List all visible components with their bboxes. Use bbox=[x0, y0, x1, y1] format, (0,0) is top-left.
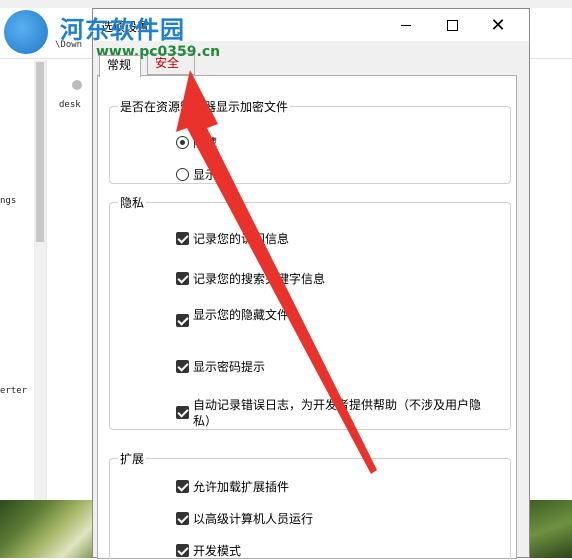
group-legend: 是否在资源管理器显示加密文件 bbox=[120, 100, 289, 114]
checkbox-dev-mode[interactable]: 开发模式 bbox=[176, 543, 241, 559]
checkbox-record-visits[interactable]: 记录您的访问信息 bbox=[176, 231, 289, 247]
background-file-pane: desk bbox=[46, 60, 93, 500]
watermark-name: 河东软件园 bbox=[60, 15, 185, 44]
nav-item[interactable]: ngs bbox=[0, 196, 16, 206]
checkbox-indicator[interactable] bbox=[176, 512, 189, 525]
background-address-bar-right bbox=[530, 38, 572, 59]
radio-label: 显示 bbox=[193, 168, 218, 182]
checkbox-error-log[interactable]: 自动记录错误日志，为开发者提供帮助（不涉及用户隐私） bbox=[176, 397, 483, 429]
group-extension: 扩展 允许加载扩展插件 以高级计算机人员运行 开发模式 bbox=[109, 450, 511, 560]
close-icon: ✕ bbox=[490, 14, 506, 36]
checkbox-indicator[interactable] bbox=[176, 544, 189, 557]
checkbox-label: 显示密码提示 bbox=[193, 360, 266, 374]
checkbox-indicator[interactable] bbox=[176, 480, 189, 493]
radio-indicator[interactable] bbox=[176, 136, 189, 149]
radio-show[interactable]: 显示 bbox=[176, 167, 217, 183]
maximize-icon bbox=[446, 19, 458, 31]
checkbox-label: 记录您的访问信息 bbox=[193, 232, 290, 246]
background-nav-pane: ngs erter bbox=[0, 60, 34, 500]
checkbox-label: 记录您的搜索关键字信息 bbox=[193, 272, 326, 286]
checkbox-label: 自动记录错误日志，为开发者提供帮助（不涉及用户隐私） bbox=[193, 398, 482, 428]
radio-hide[interactable]: 隐藏 bbox=[176, 135, 217, 151]
checkbox-show-hidden[interactable]: 显示您的隐藏文件 bbox=[176, 307, 289, 327]
checkbox-indicator[interactable] bbox=[176, 314, 189, 327]
checkbox-indicator[interactable] bbox=[176, 232, 189, 245]
group-legend: 扩展 bbox=[120, 452, 145, 466]
checkbox-label: 显示您的隐藏文件 bbox=[193, 308, 290, 322]
file-item-label[interactable]: desk bbox=[59, 100, 81, 110]
maximize-button[interactable] bbox=[429, 9, 475, 41]
group-privacy: 隐私 记录您的访问信息 记录您的搜索关键字信息 显示您的隐藏文件 显示密码提示 … bbox=[109, 194, 511, 430]
nav-item[interactable]: erter bbox=[0, 386, 27, 396]
radio-indicator[interactable] bbox=[176, 168, 189, 181]
checkbox-run-as-advanced[interactable]: 以高级计算机人员运行 bbox=[176, 511, 313, 527]
checkbox-allow-plugins[interactable]: 允许加载扩展插件 bbox=[176, 479, 289, 495]
group-legend: 隐私 bbox=[120, 196, 145, 210]
minimize-button[interactable] bbox=[383, 9, 429, 41]
checkbox-record-search[interactable]: 记录您的搜索关键字信息 bbox=[176, 271, 325, 287]
watermark-logo-icon bbox=[4, 10, 48, 54]
desktop-wallpaper bbox=[0, 500, 100, 558]
tab-panel-general: 是否在资源管理器显示加密文件 隐藏 显示 隐私 记录您的访问信息 记录您的搜索关… bbox=[97, 75, 517, 560]
checkbox-label: 开发模式 bbox=[193, 544, 242, 558]
tab-general[interactable]: 常规 bbox=[99, 55, 141, 77]
checkbox-indicator[interactable] bbox=[176, 360, 189, 373]
checkbox-label: 允许加载扩展插件 bbox=[193, 480, 290, 494]
file-icon[interactable] bbox=[72, 80, 82, 90]
checkbox-label: 以高级计算机人员运行 bbox=[193, 512, 314, 526]
radio-label: 隐藏 bbox=[193, 136, 218, 150]
group-explorer-display: 是否在资源管理器显示加密文件 隐藏 显示 bbox=[109, 98, 511, 184]
settings-dialog: 选项设置 ✕ 常规 安全 是否在资源管理器显示加密文件 隐藏 显示 隐私 记录您… bbox=[92, 8, 530, 560]
background-scrollbar-thumb[interactable] bbox=[36, 62, 44, 242]
close-button[interactable]: ✕ bbox=[475, 9, 521, 41]
checkbox-indicator[interactable] bbox=[176, 272, 189, 285]
checkbox-password-hint[interactable]: 显示密码提示 bbox=[176, 359, 265, 375]
minimize-icon bbox=[401, 24, 411, 26]
checkbox-indicator[interactable] bbox=[176, 406, 189, 419]
desktop-wallpaper-right bbox=[528, 500, 572, 558]
